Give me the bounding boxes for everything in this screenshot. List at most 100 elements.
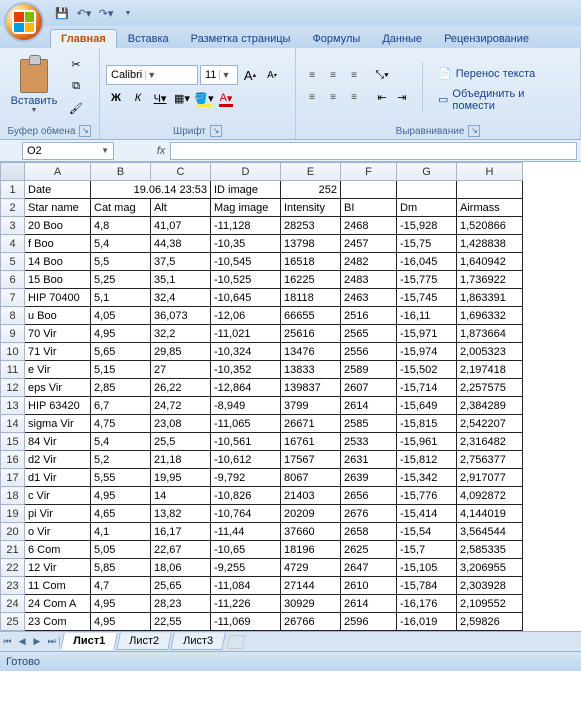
cell[interactable]: -11,084 bbox=[211, 577, 281, 595]
cell[interactable]: 2533 bbox=[341, 433, 397, 451]
cell[interactable]: 2647 bbox=[341, 559, 397, 577]
cell[interactable]: 25,5 bbox=[151, 433, 211, 451]
cell[interactable]: -15,7 bbox=[397, 541, 457, 559]
select-all-corner[interactable] bbox=[1, 163, 25, 181]
cell[interactable]: 1,428838 bbox=[457, 235, 523, 253]
cell[interactable]: 1,640942 bbox=[457, 253, 523, 271]
cell[interactable]: 4,95 bbox=[91, 325, 151, 343]
cell[interactable]: 25,65 bbox=[151, 577, 211, 595]
cell[interactable]: 5,5 bbox=[91, 253, 151, 271]
cell[interactable]: -15,928 bbox=[397, 217, 457, 235]
cell[interactable]: 4,65 bbox=[91, 505, 151, 523]
cell[interactable]: 2658 bbox=[341, 523, 397, 541]
cell[interactable]: 36,073 bbox=[151, 307, 211, 325]
cell[interactable]: -15,342 bbox=[397, 469, 457, 487]
paste-button[interactable]: Вставить ▼ bbox=[6, 53, 62, 121]
cell[interactable]: 11 Com bbox=[25, 577, 91, 595]
cell[interactable]: 24,72 bbox=[151, 397, 211, 415]
cell[interactable]: 5,1 bbox=[91, 289, 151, 307]
cell[interactable] bbox=[397, 181, 457, 199]
cell[interactable]: Intensity bbox=[281, 199, 341, 217]
cell[interactable]: 2,59826 bbox=[457, 613, 523, 631]
row-header[interactable]: 5 bbox=[1, 253, 25, 271]
cell[interactable]: u Boo bbox=[25, 307, 91, 325]
row-header[interactable]: 9 bbox=[1, 325, 25, 343]
cell[interactable]: -15,784 bbox=[397, 577, 457, 595]
cell[interactable]: Alt bbox=[151, 199, 211, 217]
cell[interactable]: 2482 bbox=[341, 253, 397, 271]
cell[interactable]: 2625 bbox=[341, 541, 397, 559]
cell[interactable]: 2,542207 bbox=[457, 415, 523, 433]
cell[interactable]: -11,065 bbox=[211, 415, 281, 433]
redo-icon[interactable]: ↷▾ bbox=[98, 5, 114, 21]
row-header[interactable]: 16 bbox=[1, 451, 25, 469]
cell[interactable]: 37,5 bbox=[151, 253, 211, 271]
cell[interactable]: -11,021 bbox=[211, 325, 281, 343]
cell[interactable]: Star name bbox=[25, 199, 91, 217]
cell[interactable]: -10,65 bbox=[211, 541, 281, 559]
cell[interactable]: 6 Com bbox=[25, 541, 91, 559]
cell[interactable]: -15,75 bbox=[397, 235, 457, 253]
cell[interactable]: 2,303928 bbox=[457, 577, 523, 595]
cell[interactable] bbox=[341, 181, 397, 199]
cell[interactable]: -10,352 bbox=[211, 361, 281, 379]
cell[interactable]: -16,045 bbox=[397, 253, 457, 271]
align-top[interactable]: ≡ bbox=[302, 66, 322, 86]
row-header[interactable]: 25 bbox=[1, 613, 25, 631]
row-header[interactable]: 14 bbox=[1, 415, 25, 433]
grow-font-icon[interactable]: A▴ bbox=[240, 65, 260, 85]
cell[interactable]: 2676 bbox=[341, 505, 397, 523]
cell[interactable]: 16761 bbox=[281, 433, 341, 451]
cell[interactable]: 30929 bbox=[281, 595, 341, 613]
decrease-indent[interactable]: ⇤ bbox=[372, 88, 392, 108]
cell[interactable]: 23,08 bbox=[151, 415, 211, 433]
cell[interactable]: 2,585335 bbox=[457, 541, 523, 559]
cell[interactable]: -16,11 bbox=[397, 307, 457, 325]
row-header[interactable]: 18 bbox=[1, 487, 25, 505]
cell[interactable]: 2556 bbox=[341, 343, 397, 361]
cell[interactable]: -10,826 bbox=[211, 487, 281, 505]
cell[interactable]: 2607 bbox=[341, 379, 397, 397]
cell[interactable]: 4729 bbox=[281, 559, 341, 577]
align-dialog-launcher[interactable]: ↘ bbox=[468, 125, 480, 137]
format-painter-icon[interactable]: 🖌 bbox=[66, 99, 86, 119]
row-header[interactable]: 1 bbox=[1, 181, 25, 199]
qat-customize-icon[interactable]: ▼ bbox=[120, 5, 136, 21]
cell[interactable]: sigma Vir bbox=[25, 415, 91, 433]
cell[interactable]: 4,05 bbox=[91, 307, 151, 325]
cell[interactable]: Date bbox=[25, 181, 91, 199]
name-box[interactable]: O2▼ bbox=[22, 142, 114, 160]
cell[interactable]: -11,44 bbox=[211, 523, 281, 541]
cell[interactable]: -11,226 bbox=[211, 595, 281, 613]
cell[interactable]: 2596 bbox=[341, 613, 397, 631]
cell[interactable]: 2,917077 bbox=[457, 469, 523, 487]
cell[interactable]: d1 Vir bbox=[25, 469, 91, 487]
cell[interactable]: 2631 bbox=[341, 451, 397, 469]
tab-first-icon[interactable]: ⏮ bbox=[0, 636, 15, 647]
cell[interactable]: 4,092872 bbox=[457, 487, 523, 505]
row-header[interactable]: 3 bbox=[1, 217, 25, 235]
formula-input[interactable] bbox=[170, 142, 577, 160]
cell[interactable]: -15,745 bbox=[397, 289, 457, 307]
cell[interactable]: -10,764 bbox=[211, 505, 281, 523]
cell[interactable]: 28253 bbox=[281, 217, 341, 235]
cell[interactable]: 12 Vir bbox=[25, 559, 91, 577]
cell[interactable]: -16,019 bbox=[397, 613, 457, 631]
cell[interactable]: 26671 bbox=[281, 415, 341, 433]
cell[interactable]: -8,949 bbox=[211, 397, 281, 415]
cell[interactable]: 19.06.14 23:53 bbox=[91, 181, 211, 199]
cell[interactable]: 2,756377 bbox=[457, 451, 523, 469]
cell[interactable]: 22,67 bbox=[151, 541, 211, 559]
cell[interactable]: -15,54 bbox=[397, 523, 457, 541]
cell[interactable]: d2 Vir bbox=[25, 451, 91, 469]
tab-layout[interactable]: Разметка страницы bbox=[180, 29, 302, 48]
cell[interactable]: 14 Boo bbox=[25, 253, 91, 271]
align-right[interactable]: ≡ bbox=[344, 88, 364, 108]
cell[interactable]: 1,520866 bbox=[457, 217, 523, 235]
row-header[interactable]: 7 bbox=[1, 289, 25, 307]
insert-sheet-icon[interactable] bbox=[227, 635, 246, 649]
cell[interactable]: o Vir bbox=[25, 523, 91, 541]
cell[interactable]: 32,4 bbox=[151, 289, 211, 307]
row-header[interactable]: 17 bbox=[1, 469, 25, 487]
italic-button[interactable]: К bbox=[128, 88, 148, 108]
